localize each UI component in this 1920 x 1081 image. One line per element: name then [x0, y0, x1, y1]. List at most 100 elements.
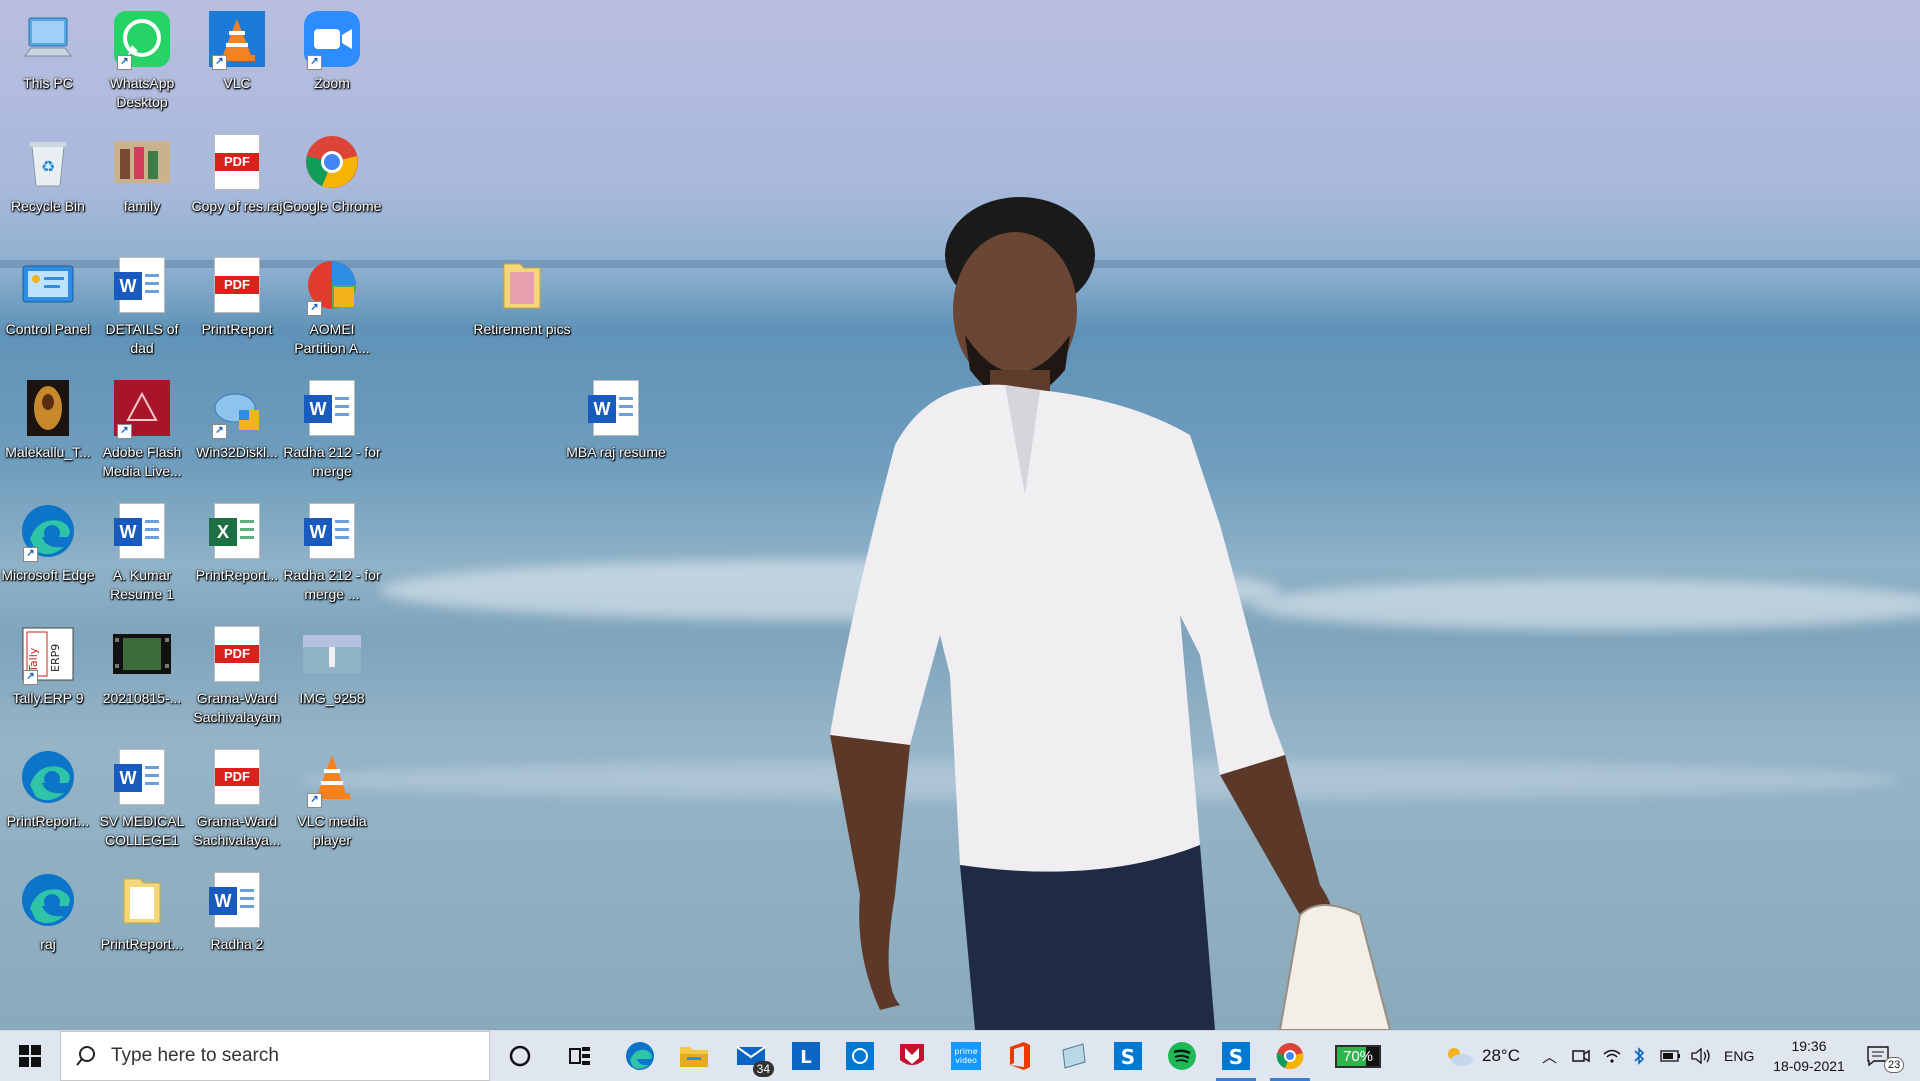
word-document-icon: W: [113, 748, 171, 806]
desktop-icon-printreport-folder[interactable]: PrintReport...: [94, 865, 190, 987]
tray-clock[interactable]: 19:36 18-09-2021: [1766, 1031, 1852, 1081]
icon-label: SV MEDICAL COLLEGE1: [99, 813, 185, 848]
battery-meter-widget: 70%: [1334, 1044, 1382, 1068]
icon-label: Tally.ERP 9: [12, 690, 84, 706]
desktop-icon-radha-212-for-merge[interactable]: W Radha 212 - for merge: [283, 373, 381, 495]
desktop-icon-a-kumar-resume[interactable]: W A. Kumar Resume 1: [94, 496, 190, 618]
desktop-icon-img-9258[interactable]: IMG_9258: [284, 619, 380, 741]
chrome-icon: [303, 133, 361, 191]
desktop-icon-printreport-excel[interactable]: X PrintReport...: [189, 496, 285, 618]
word-document-icon: W: [303, 502, 361, 560]
meet-now-icon: [1572, 1049, 1590, 1063]
search-icon: [76, 1046, 95, 1066]
desktop-icon-vlc-media-player[interactable]: ↗ VLC media player: [284, 742, 380, 864]
clock-date: 18-09-2021: [1773, 1058, 1845, 1074]
photo-thumbnail-icon: [113, 133, 171, 191]
desktop-icon-control-panel[interactable]: Control Panel: [0, 250, 96, 372]
desktop-icon-adobe-flash-media[interactable]: ↗ Adobe Flash Media Live...: [94, 373, 190, 495]
taskbar-skype[interactable]: S: [1102, 1031, 1154, 1081]
pdf-document-icon: PDF: [208, 748, 266, 806]
desktop-icon-raj[interactable]: raj: [0, 865, 96, 987]
aomei-partition-icon: ↗: [303, 256, 361, 316]
desktop-icon-whatsapp[interactable]: ↗ WhatsApp Desktop: [94, 4, 190, 126]
battery-percent-label: 70%: [1342, 1047, 1374, 1065]
cortana-button[interactable]: [494, 1031, 546, 1081]
volume-icon: [1691, 1047, 1710, 1065]
tray-battery[interactable]: [1660, 1031, 1682, 1081]
desktop-icon-microsoft-edge[interactable]: ↗ Microsoft Edge: [0, 496, 96, 618]
taskbar-prime-video[interactable]: prime video: [940, 1031, 992, 1081]
control-panel-icon: [19, 256, 77, 314]
svg-text:prime: prime: [954, 1047, 977, 1056]
tray-overflow-button[interactable]: ︿: [1542, 1031, 1557, 1081]
desktop-icon-video-20210815[interactable]: 20210815-...: [94, 619, 190, 741]
desktop-icon-recycle-bin[interactable]: ♻ Recycle Bin: [0, 127, 96, 249]
desktop-icon-zoom[interactable]: ↗ Zoom: [284, 4, 380, 126]
taskbar-office[interactable]: [994, 1031, 1046, 1081]
tray-wifi[interactable]: [1602, 1031, 1622, 1081]
weather-widget[interactable]: 28°C: [1444, 1031, 1520, 1081]
taskbar-mcafee[interactable]: [886, 1031, 938, 1081]
taskbar-spotify[interactable]: [1156, 1031, 1208, 1081]
desktop-icon-grama-ward-sachivalaya-2[interactable]: PDF Grama-Ward Sachivalaya...: [189, 742, 285, 864]
mail-badge: 34: [752, 1061, 774, 1077]
whatsapp-icon: ↗: [113, 10, 171, 70]
desktop-icon-radha-2[interactable]: W Radha 2: [189, 865, 285, 987]
shortcut-arrow-icon: ↗: [212, 424, 227, 439]
icon-label: Recycle Bin: [11, 198, 85, 214]
shortcut-arrow-icon: ↗: [117, 424, 132, 439]
image-thumbnail-icon: [19, 379, 77, 437]
desktop-icon-vlc[interactable]: ↗ VLC: [189, 4, 285, 126]
icon-label: Radha 212 - for merge ...: [283, 567, 381, 602]
icon-label: 20210815-...: [102, 690, 182, 706]
desktop-icon-sv-medical-college[interactable]: W SV MEDICAL COLLEGE1: [94, 742, 190, 864]
svg-text:L: L: [800, 1047, 811, 1068]
task-view-button[interactable]: [554, 1031, 606, 1081]
wifi-icon: [1603, 1049, 1621, 1063]
icon-label: Zoom: [314, 75, 350, 91]
desktop-icon-this-pc[interactable]: This PC: [0, 4, 96, 126]
prime-video-icon: primevideo: [951, 1042, 981, 1070]
skype-icon: S: [1222, 1042, 1250, 1070]
taskbar-battery-meter[interactable]: 70%: [1326, 1031, 1390, 1081]
tray-bluetooth[interactable]: [1632, 1031, 1646, 1081]
action-center-button[interactable]: 23: [1866, 1031, 1906, 1081]
desktop-icon-family[interactable]: family: [94, 127, 190, 249]
desktop-icon-details-of-dad[interactable]: W DETAILS of dad: [94, 250, 190, 372]
desktop-icon-aomei[interactable]: ↗ AOMEI Partition A...: [284, 250, 380, 372]
taskbar-edge[interactable]: [614, 1031, 666, 1081]
icon-label: DETAILS of dad: [105, 321, 179, 356]
taskbar-skype-active[interactable]: S: [1210, 1031, 1262, 1081]
desktop-icon-malekallu[interactable]: Malekallu_T...: [0, 373, 96, 495]
taskbar-notes-app[interactable]: [1048, 1031, 1100, 1081]
tray-volume[interactable]: [1690, 1031, 1712, 1081]
desktop-icon-win32diskimager[interactable]: ↗ Win32Diskl...: [189, 373, 285, 495]
taskbar-mail[interactable]: 34: [726, 1031, 778, 1081]
edge-icon: [19, 871, 77, 929]
start-button[interactable]: [0, 1031, 60, 1081]
win32diskimager-icon: ↗: [208, 379, 266, 439]
adobe-flash-media-icon: ↗: [113, 379, 171, 439]
desktop-icon-copy-of-res-raj[interactable]: PDF Copy of res.raj: [189, 127, 285, 249]
taskbar-chrome[interactable]: [1264, 1031, 1316, 1081]
desktop-icon-retirement-pics[interactable]: Retirement pics: [473, 250, 571, 372]
tray-meet-now[interactable]: [1572, 1031, 1590, 1081]
icon-label: PrintReport...: [6, 813, 90, 829]
desktop-icon-mba-raj-resume[interactable]: W MBA raj resume: [566, 373, 666, 495]
desktop-icon-printreport-pdf[interactable]: PDF PrintReport: [189, 250, 285, 372]
mcafee-icon: [900, 1044, 924, 1065]
edge-icon: [626, 1042, 654, 1070]
icon-label: Radha 212 - for merge: [283, 444, 381, 479]
computer-icon: [19, 10, 77, 68]
chrome-icon: [1276, 1043, 1304, 1070]
desktop-icon-tally[interactable]: Tally ERP9 ↗ Tally.ERP 9: [0, 619, 96, 741]
tray-language[interactable]: ENG: [1724, 1031, 1754, 1081]
taskbar-file-explorer[interactable]: [668, 1031, 720, 1081]
desktop-icon-radha-212-for-merge-2[interactable]: W Radha 212 - for merge ...: [283, 496, 381, 618]
taskbar-cortana-app[interactable]: [834, 1031, 886, 1081]
desktop-icon-grama-ward-sachivalayam[interactable]: PDF Grama-Ward Sachivalayam: [189, 619, 285, 741]
taskbar-search-box[interactable]: Type here to search: [60, 1031, 490, 1081]
desktop-icon-google-chrome[interactable]: Google Chrome: [283, 127, 381, 249]
desktop-icon-printreport-edge[interactable]: PrintReport...: [0, 742, 96, 864]
taskbar-linkedin-learning[interactable]: L: [780, 1031, 832, 1081]
